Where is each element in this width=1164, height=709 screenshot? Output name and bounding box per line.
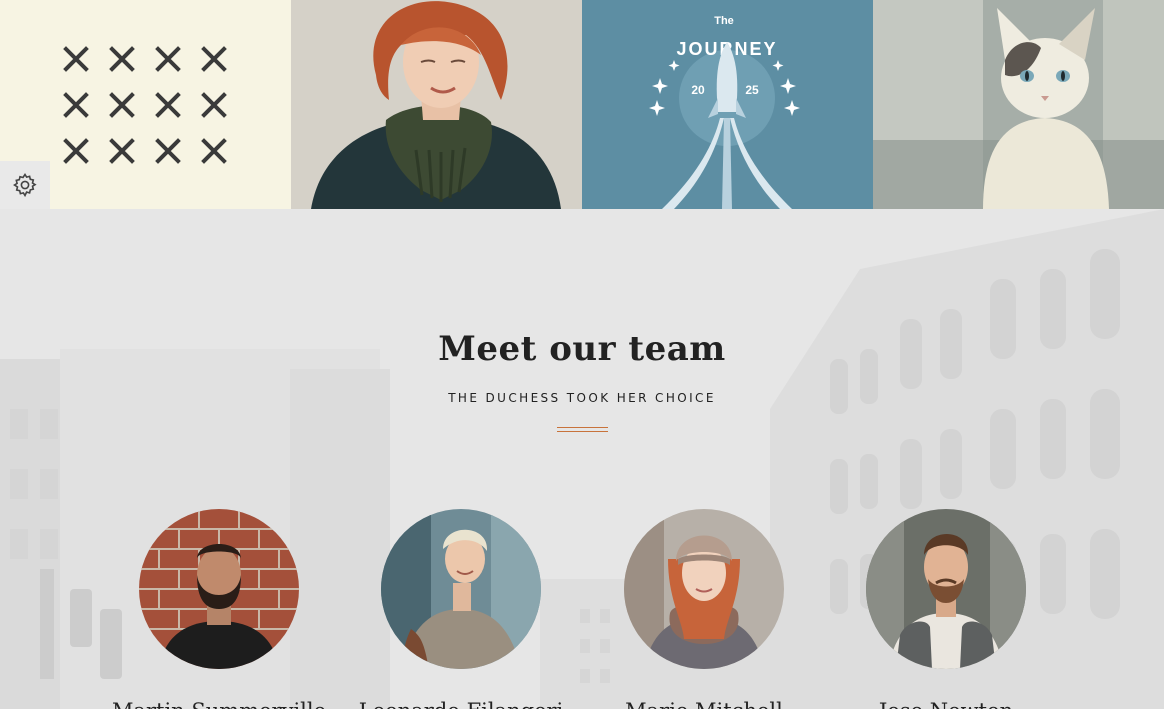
team-section: Meet our team THE DUCHESS TOOK HER CHOIC… [0,209,1164,709]
x-mark-icon [63,138,89,164]
cat-photo [873,0,1164,209]
x-mark-icon [155,138,181,164]
portfolio-item-cat-photo[interactable] [873,0,1164,209]
portfolio-strip: The JOURNEY 20 25 [0,0,1164,209]
x-mark-icon [63,46,89,72]
member-name: Jose Newton [836,699,1056,709]
member-name: Leonardo Filangeri [351,699,571,709]
portfolio-item-woman-photo[interactable] [291,0,582,209]
member-photo [624,509,784,669]
title-divider [557,427,608,432]
member-name: Martin Summerville [109,699,329,709]
journey-title-small: The [714,15,734,27]
x-mark-icon [109,46,135,72]
team-subtitle: THE DUCHESS TOOK HER CHOICE [448,391,716,405]
x-mark-icon [155,46,181,72]
x-mark-icon [109,92,135,118]
x-mark-icon [201,46,227,72]
settings-button[interactable] [0,161,50,209]
avatar[interactable] [139,509,299,669]
portfolio-item-journey-poster[interactable]: The JOURNEY 20 25 [582,0,873,209]
team-member: Leonardo Filangeri [351,509,571,709]
member-photo [381,509,541,669]
avatar[interactable] [624,509,784,669]
journey-year-right: 25 [745,83,759,97]
x-mark-icon [109,138,135,164]
member-photo [866,509,1026,669]
x-mark-icon [155,92,181,118]
avatar[interactable] [866,509,1026,669]
member-name: Marie Mitchell [594,699,814,709]
team-member: Martin Summerville [109,509,329,709]
x-mark-icon [63,92,89,118]
team-member: Marie Mitchell [594,509,814,709]
journey-poster: The JOURNEY 20 25 [582,0,873,209]
gear-icon [13,173,37,198]
journey-year-left: 20 [691,83,705,97]
team-title: Meet our team [438,329,726,369]
woman-photo [291,0,582,209]
team-member: Jose Newton [836,509,1056,709]
member-photo [139,509,299,669]
x-pattern-grid [62,45,228,165]
avatar[interactable] [381,509,541,669]
portfolio-item-pattern[interactable] [0,0,291,209]
x-mark-icon [201,138,227,164]
x-mark-icon [201,92,227,118]
